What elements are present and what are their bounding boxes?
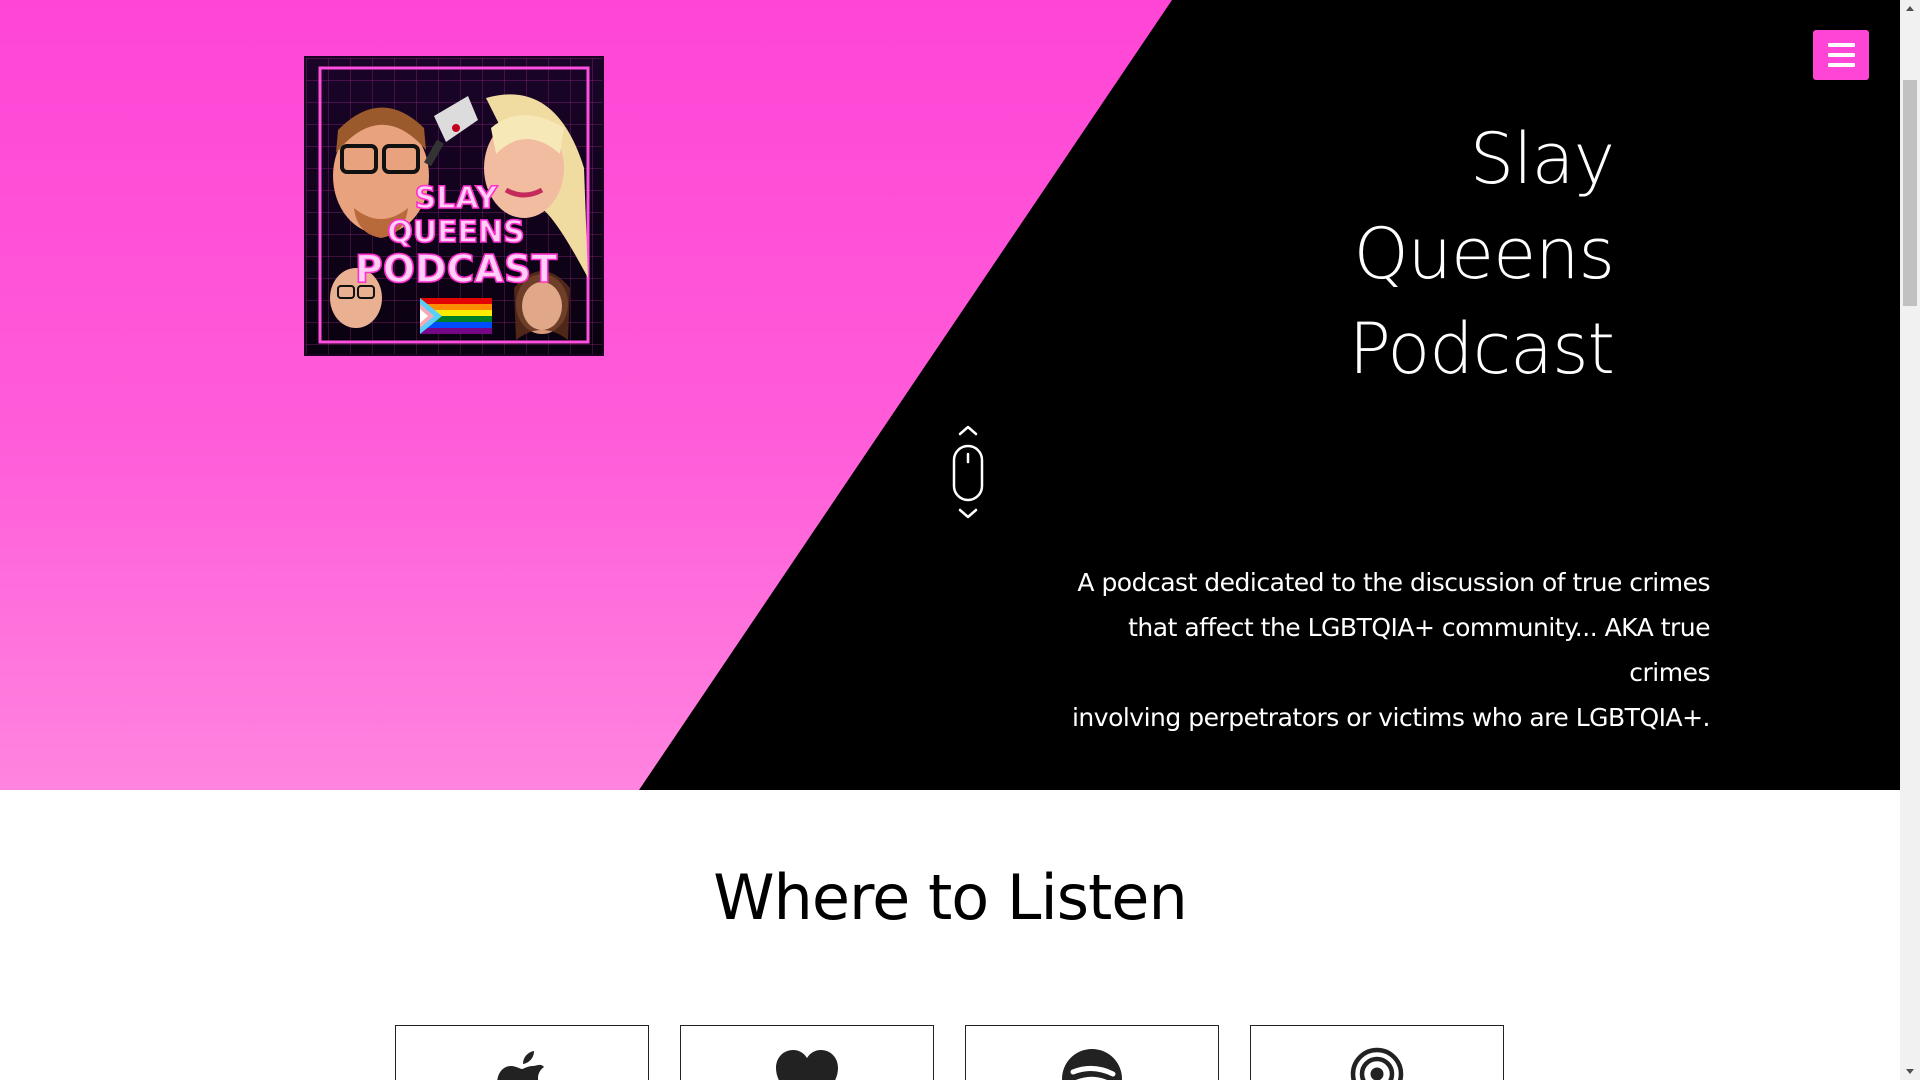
menu-button[interactable] — [1813, 30, 1869, 80]
spotify-icon — [1062, 1049, 1122, 1080]
cover-art-text-line-1: SLAY — [415, 181, 499, 216]
section-heading: Where to Listen — [713, 861, 1188, 934]
cover-art-text-line-2: QUEENS — [387, 215, 525, 250]
iheart-link[interactable] — [680, 1025, 934, 1080]
page-title: Slay Queens Podcast — [1200, 112, 1615, 397]
scrollbar-thumb[interactable] — [1903, 80, 1917, 306]
podcast-app-link[interactable] — [1250, 1025, 1504, 1080]
page: SLAY QUEENS PODCAST Slay Queens Podcast — [0, 0, 1900, 1080]
heart-icon — [776, 1050, 838, 1080]
description-line-3: involving perpetrators or victims who ar… — [1071, 703, 1711, 732]
apple-podcasts-link[interactable] — [395, 1025, 649, 1080]
podcast-description: A podcast dedicated to the discussion of… — [1060, 560, 1711, 740]
title-line-2: Queens — [1353, 213, 1615, 295]
where-to-listen-section: Where to Listen — [0, 790, 1900, 1080]
scroll-down-arrow-icon[interactable] — [1900, 1063, 1920, 1080]
mouse-scroll-icon[interactable] — [948, 424, 988, 524]
podcast-icon — [1350, 1047, 1404, 1080]
spotify-link[interactable] — [965, 1025, 1219, 1080]
hero-section: SLAY QUEENS PODCAST Slay Queens Podcast — [0, 0, 1900, 790]
podcast-cover-art: SLAY QUEENS PODCAST — [304, 56, 604, 356]
cover-art-text-line-3: PODCAST — [355, 247, 557, 291]
scroll-up-arrow-icon[interactable] — [1900, 0, 1920, 17]
title-line-1: Slay — [1469, 118, 1615, 200]
description-line-1: A podcast dedicated to the discussion of… — [1077, 568, 1710, 597]
title-line-3: Podcast — [1348, 308, 1615, 390]
vertical-scrollbar[interactable] — [1900, 0, 1920, 1080]
hamburger-menu-icon — [1828, 43, 1855, 47]
apple-icon — [497, 1051, 544, 1080]
description-line-2: that affect the LGBTQIA+ community... AK… — [1128, 613, 1710, 687]
